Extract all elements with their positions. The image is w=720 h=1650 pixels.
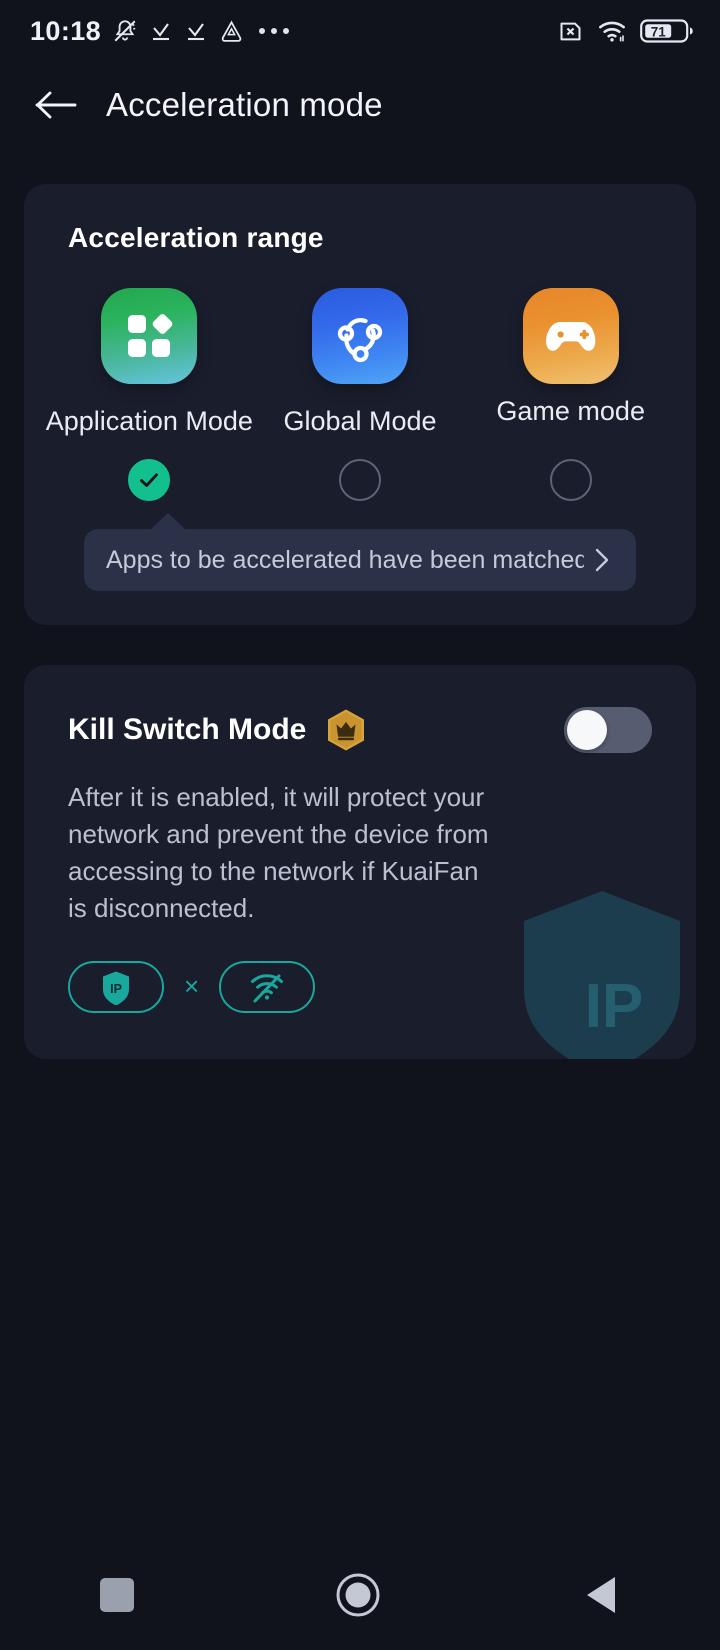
tooltip-caret-icon xyxy=(150,513,186,530)
ip-shield-chip[interactable]: IP xyxy=(68,960,164,1013)
kill-switch-title: Kill Switch Mode xyxy=(68,713,307,746)
toggle-knob xyxy=(567,710,607,750)
page-title: Acceleration mode xyxy=(106,86,383,123)
alipay-triangle-icon xyxy=(221,20,242,42)
matched-apps-tooltip[interactable]: Apps to be accelerated have been matched… xyxy=(84,529,636,591)
overflow-dots-icon xyxy=(259,28,290,34)
apps-grid-icon xyxy=(101,288,198,384)
battery-level-text: 71 xyxy=(651,25,667,40)
mode-option-global[interactable]: Global Mode xyxy=(255,288,466,501)
recents-square-icon[interactable] xyxy=(100,1578,135,1612)
mode-option-game[interactable]: Game mode xyxy=(465,288,676,501)
acceleration-range-card: Acceleration range Application Mode Glob… xyxy=(24,184,696,625)
network-nodes-icon xyxy=(312,288,408,384)
download-check-icon xyxy=(188,23,205,41)
mode-label-application: Application Mode xyxy=(45,406,253,436)
kill-switch-description: After it is enabled, it will protect you… xyxy=(68,782,489,923)
page-header: Acceleration mode xyxy=(0,62,720,148)
kill-switch-card: IP Kill Switch Mode After it is enabled,… xyxy=(24,665,696,1059)
status-bar: 10:18 71 xyxy=(0,0,720,62)
crown-premium-icon xyxy=(328,709,365,751)
android-nav-bar xyxy=(0,1540,720,1650)
tooltip-text: Apps to be accelerated have been matched… xyxy=(106,545,584,574)
mode-radio-global[interactable] xyxy=(339,459,381,501)
wifi-icon xyxy=(599,21,625,42)
mode-radio-application[interactable] xyxy=(128,459,171,501)
status-time: 10:18 xyxy=(30,15,102,46)
mode-option-application[interactable]: Application Mode xyxy=(44,288,255,501)
mode-label-global: Global Mode xyxy=(283,406,437,436)
download-check-icon xyxy=(153,23,170,41)
mode-selector: Application Mode Global Mode Game mode xyxy=(24,288,696,501)
chevron-right-icon xyxy=(595,548,609,572)
wifi-slash-chip[interactable] xyxy=(219,960,316,1013)
sim-card-disabled-icon xyxy=(560,22,581,40)
acceleration-range-title: Acceleration range xyxy=(68,222,324,253)
phone-screen: 10:18 71 Acceleration mode Acceleration … xyxy=(0,0,720,1650)
mode-radio-game[interactable] xyxy=(549,459,592,501)
status-bar-left: 10:18 xyxy=(30,15,290,47)
matched-apps-tooltip-wrapper: Apps to be accelerated have been matched… xyxy=(84,513,636,591)
back-arrow-icon[interactable] xyxy=(34,89,78,121)
status-bar-right: 71 xyxy=(557,17,694,45)
gamepad-icon xyxy=(522,288,619,384)
bell-mute-icon xyxy=(114,20,136,42)
back-triangle-icon[interactable] xyxy=(582,1574,620,1616)
kill-switch-header: Kill Switch Mode xyxy=(24,707,696,753)
check-icon xyxy=(140,473,159,487)
battery-icon: 71 xyxy=(640,19,693,43)
wifi-slash-icon xyxy=(251,973,284,1003)
kill-switch-toggle[interactable] xyxy=(564,707,652,753)
mode-label-game: Game mode xyxy=(496,396,645,426)
kill-switch-chips: IP × xyxy=(24,960,696,1013)
home-circle-icon[interactable] xyxy=(335,1572,381,1618)
chip-separator: × xyxy=(184,971,200,1002)
svg-text:IP: IP xyxy=(110,982,122,996)
ip-shield-icon: IP xyxy=(103,971,129,1005)
